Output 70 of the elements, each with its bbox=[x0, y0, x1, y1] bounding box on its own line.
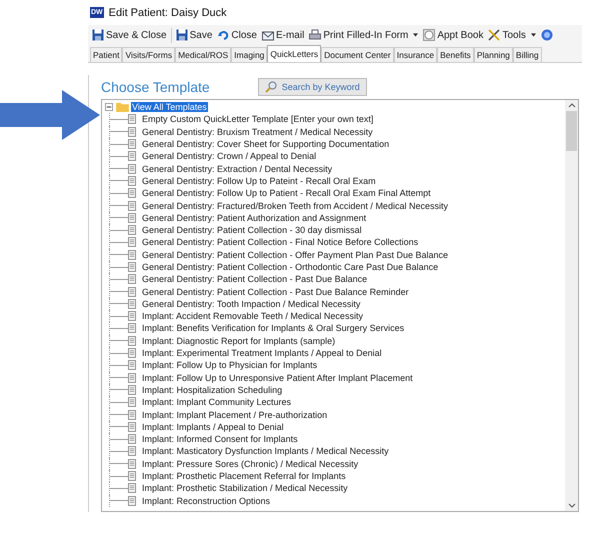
tree-item[interactable]: Implant: Masticatory Dysfunction Implants / Medical Necessity bbox=[141, 446, 390, 456]
tree-item[interactable]: General Dentistry: Tooth Impaction / Medical Necessity bbox=[141, 298, 362, 309]
scrollbar[interactable] bbox=[565, 100, 578, 511]
help-button[interactable] bbox=[540, 29, 554, 41]
toolbar-button[interactable]: Save bbox=[174, 29, 214, 41]
toolbar-button[interactable]: Close bbox=[216, 29, 258, 41]
tree-item[interactable]: General Dentistry: Patient Authorization and Assignment bbox=[141, 212, 368, 223]
envelope-icon bbox=[262, 29, 274, 41]
tab[interactable]: Insurance bbox=[394, 47, 438, 62]
tree-item[interactable]: General Dentistry: Extraction / Dental Necessity bbox=[141, 164, 334, 174]
tree-item[interactable]: Implant: Accident Removable Teeth / Medical Necessity bbox=[141, 311, 364, 322]
window-title: Edit Patient: Daisy Duck bbox=[108, 6, 227, 18]
pointer-arrow-icon bbox=[0, 90, 100, 140]
tree-item[interactable]: Implant: Hospitalization Scheduling bbox=[141, 384, 284, 395]
tree-item[interactable]: General Dentistry: Patient Collection - 30 day dismissal bbox=[141, 225, 363, 236]
tree-item[interactable]: General Dentistry: Bruxism Treatment / Medical Necessity bbox=[141, 126, 374, 137]
tab[interactable]: Document Center bbox=[321, 47, 394, 62]
tree-item[interactable]: General Dentistry: Crown / Appeal to Denial bbox=[141, 151, 318, 162]
tab[interactable]: Imaging bbox=[231, 47, 268, 62]
tree-item[interactable]: Empty Custom QuickLetter Template [Enter your own text] bbox=[141, 114, 374, 124]
tree-item[interactable]: Implant: Implants / Appeal to Denial bbox=[141, 422, 285, 432]
tree-item[interactable]: Implant: Follow Up to Physician for Implants bbox=[141, 360, 318, 370]
toolbar-button[interactable]: Save & Close bbox=[91, 29, 168, 41]
tab[interactable]: Visits/Forms bbox=[122, 47, 176, 62]
tree-item[interactable]: General Dentistry: Follow Up to Patient - Recall Oral Exam Final Attempt bbox=[141, 188, 432, 198]
tree-item[interactable]: General Dentistry: Patient Collection - Orthodontic Care Past Due Balance bbox=[141, 262, 440, 272]
help-icon bbox=[540, 29, 553, 41]
undo-arrow-icon bbox=[217, 29, 230, 41]
tree-item[interactable]: General Dentistry: Patient Collection - Final Notice Before Collections bbox=[141, 237, 420, 248]
scrollbar-thumb[interactable] bbox=[566, 111, 577, 151]
tree-item[interactable]: Implant: Prosthetic Stabilization / Medical Necessity bbox=[141, 483, 349, 494]
tree-item[interactable]: Implant: Informed Consent for Implants bbox=[141, 434, 299, 444]
tree-item[interactable]: Implant: Pressure Sores (Chronic) / Medical Necessity bbox=[141, 458, 360, 469]
scroll-down-icon[interactable] bbox=[568, 503, 576, 508]
tree-item[interactable]: Implant: Benefits Verification for Implants & Oral Surgery Services bbox=[141, 323, 406, 334]
tab[interactable]: Billing bbox=[512, 47, 542, 62]
clock-icon bbox=[423, 29, 436, 41]
toolbar-button[interactable]: Appt Book bbox=[422, 29, 484, 41]
search-icon bbox=[264, 81, 277, 93]
tree-item[interactable]: View All Templates bbox=[131, 102, 208, 112]
tree-item[interactable]: Implant: Implant Community Lectures bbox=[141, 397, 292, 408]
tab[interactable]: Planning bbox=[474, 47, 513, 62]
collapse-icon[interactable] bbox=[105, 103, 113, 112]
toolbar-button[interactable]: Tools bbox=[487, 29, 537, 41]
panel-heading: Choose Template bbox=[101, 79, 210, 95]
toolbar-button[interactable]: Print Filled-In Form bbox=[308, 29, 420, 41]
tab[interactable]: Medical/ROS bbox=[175, 47, 232, 62]
tree-item[interactable]: General Dentistry: Cover Sheet for Supporting Documentation bbox=[141, 139, 390, 150]
tree-item[interactable]: Implant: Follow Up to Unresponsive Patient After Implant Placement bbox=[141, 372, 414, 383]
tree-item[interactable]: General Dentistry: Patient Collection - Offer Payment Plan Past Due Balance bbox=[141, 250, 449, 260]
tools-icon bbox=[488, 29, 500, 41]
tree-item[interactable]: Implant: Diagnostic Report for Implants (sample) bbox=[141, 336, 336, 346]
search-button[interactable]: Search by Keyword bbox=[258, 78, 367, 96]
tree-item[interactable]: General Dentistry: Follow Up to Pateint - Recall Oral Exam bbox=[141, 176, 377, 186]
folder-icon bbox=[116, 102, 129, 112]
tab[interactable]: QuickLetters bbox=[267, 45, 322, 62]
tab[interactable]: Benefits bbox=[437, 47, 474, 62]
tree-item[interactable]: General Dentistry: Fractured/Broken Teeth from Accident / Medical Necessity bbox=[141, 200, 449, 211]
tree-item[interactable]: Implant: Implant Placement / Pre-authorization bbox=[141, 410, 328, 420]
tree-item[interactable]: General Dentistry: Patient Collection - Past Due Balance Reminder bbox=[141, 286, 410, 297]
tab[interactable]: Patient bbox=[90, 47, 122, 62]
tree-item[interactable]: Implant: Prosthetic Placement Referral for Implants bbox=[141, 471, 347, 482]
tree-item[interactable]: General Dentistry: Patient Collection - Past Due Balance bbox=[141, 274, 368, 284]
scroll-up-icon[interactable] bbox=[568, 103, 576, 108]
tree-item[interactable]: Implant: Reconstruction Options bbox=[141, 496, 272, 506]
caret-icon bbox=[413, 33, 418, 37]
toolbar-button[interactable]: E-mail bbox=[260, 29, 306, 41]
caret-icon bbox=[530, 33, 536, 37]
printer-icon bbox=[309, 29, 322, 41]
tree-item[interactable]: Implant: Experimental Treatment Implants / Appeal to Denial bbox=[141, 348, 383, 358]
